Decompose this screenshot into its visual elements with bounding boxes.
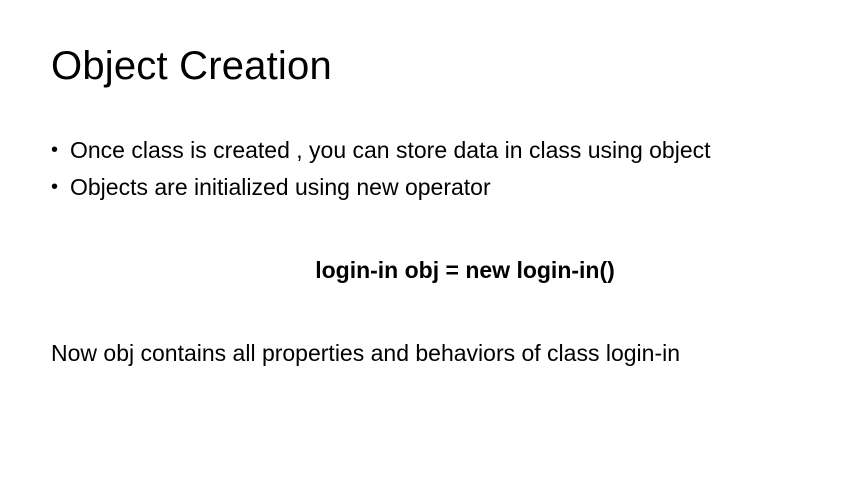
bullet-item: • Once class is created , you can store … <box>51 132 711 169</box>
slide: Object Creation • Once class is created … <box>0 0 842 482</box>
slide-title: Object Creation <box>51 44 332 88</box>
bullet-text: Objects are initialized using new operat… <box>70 174 491 200</box>
bullet-text: Once class is created , you can store da… <box>70 137 711 163</box>
bullet-marker: • <box>51 176 59 198</box>
bullet-marker: • <box>51 139 59 161</box>
code-example: login-in obj = new login-in() <box>315 257 615 283</box>
bullet-item: • Objects are initialized using new oper… <box>51 169 711 206</box>
summary-text: Now obj contains all properties and beha… <box>51 340 681 366</box>
bullet-list: • Once class is created , you can store … <box>51 132 711 206</box>
